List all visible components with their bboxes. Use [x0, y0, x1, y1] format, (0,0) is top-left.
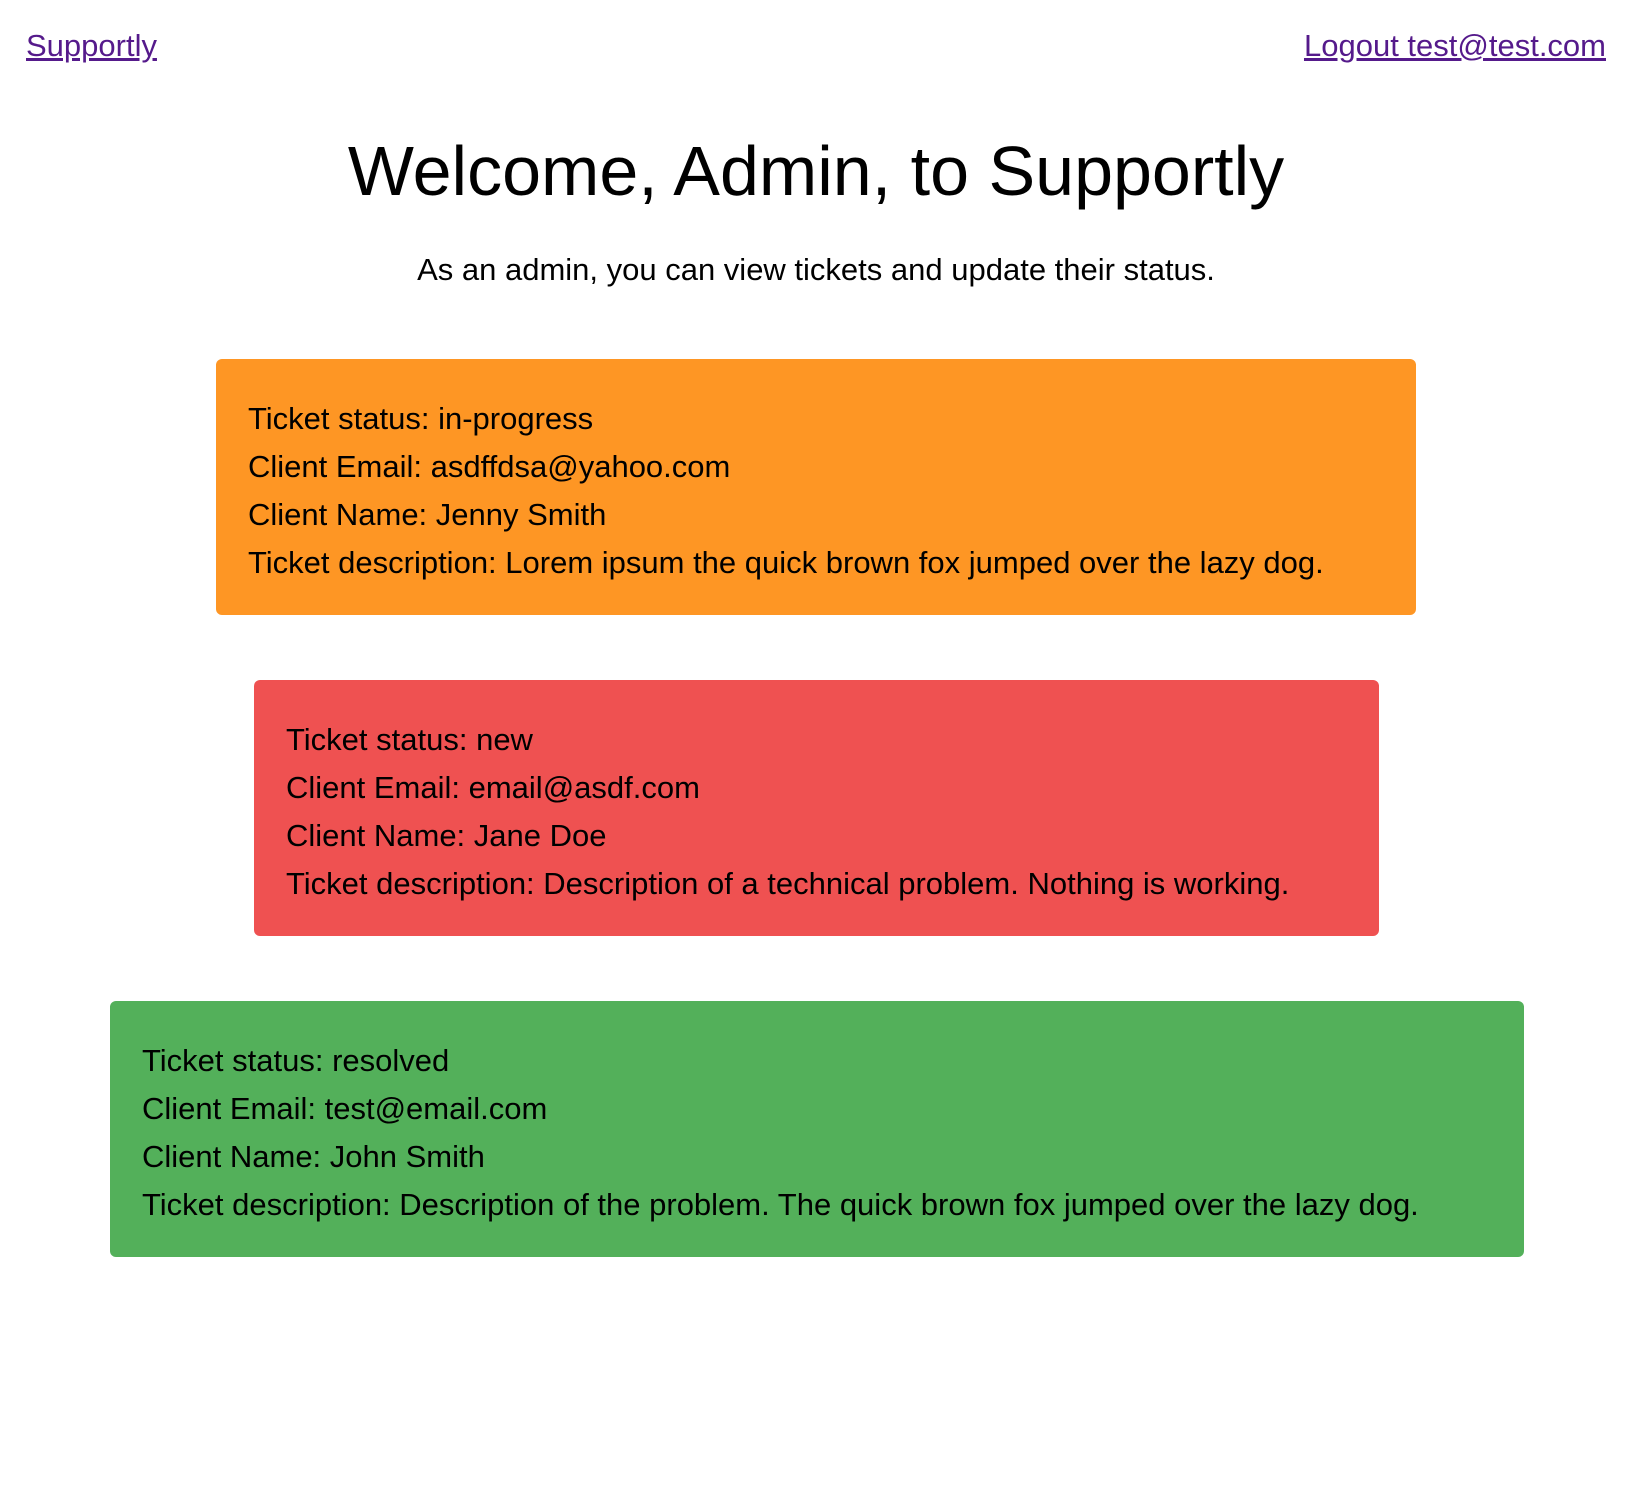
ticket-email-label: Client Email: — [142, 1091, 325, 1126]
ticket-name-label: Client Name: — [142, 1139, 330, 1174]
ticket-name-row: Client Name: Jane Doe — [286, 812, 1347, 860]
ticket-description-label: Ticket description: — [286, 866, 544, 901]
ticket-status: in-progress — [438, 401, 594, 436]
ticket-status: new — [476, 722, 533, 757]
ticket-description-row: Ticket description: Description of a tec… — [286, 860, 1347, 908]
ticket-status-label: Ticket status: — [248, 401, 439, 436]
ticket-status-row: Ticket status: new — [286, 716, 1347, 764]
ticket-description: Description of the problem. The quick br… — [399, 1187, 1419, 1222]
ticket-description-row: Ticket description: Lorem ipsum the quic… — [248, 539, 1384, 587]
ticket-name-row: Client Name: Jenny Smith — [248, 491, 1384, 539]
ticket-email: email@asdf.com — [468, 770, 700, 805]
ticket-email-row: Client Email: asdffdsa@yahoo.com — [248, 443, 1384, 491]
ticket-client-name: Jane Doe — [473, 818, 607, 853]
ticket-name-label: Client Name: — [248, 497, 436, 532]
ticket-description-label: Ticket description: — [248, 545, 506, 580]
ticket-name-label: Client Name: — [286, 818, 474, 853]
ticket-status-label: Ticket status: — [286, 722, 477, 757]
top-nav: Supportly Logout test@test.com — [26, 24, 1606, 68]
ticket-client-name: John Smith — [329, 1139, 485, 1174]
ticket-status-label: Ticket status: — [142, 1043, 333, 1078]
brand-link[interactable]: Supportly — [26, 24, 157, 68]
ticket-card[interactable]: Ticket status: resolved Client Email: te… — [110, 1001, 1524, 1257]
ticket-description-row: Ticket description: Description of the p… — [142, 1181, 1492, 1229]
ticket-name-row: Client Name: John Smith — [142, 1133, 1492, 1181]
ticket-email-row: Client Email: test@email.com — [142, 1085, 1492, 1133]
ticket-card[interactable]: Ticket status: new Client Email: email@a… — [254, 680, 1379, 936]
ticket-email: test@email.com — [324, 1091, 548, 1126]
ticket-card[interactable]: Ticket status: in-progress Client Email:… — [216, 359, 1416, 615]
ticket-description: Description of a technical problem. Noth… — [543, 866, 1290, 901]
page-title: Welcome, Admin, to Supportly — [347, 132, 1285, 210]
ticket-email-label: Client Email: — [286, 770, 469, 805]
ticket-status-row: Ticket status: resolved — [142, 1037, 1492, 1085]
ticket-email: asdffdsa@yahoo.com — [430, 449, 731, 484]
ticket-email-label: Client Email: — [248, 449, 431, 484]
ticket-client-name: Jenny Smith — [435, 497, 607, 532]
ticket-status-row: Ticket status: in-progress — [248, 395, 1384, 443]
logout-link[interactable]: Logout test@test.com — [1304, 24, 1606, 68]
ticket-description: Lorem ipsum the quick brown fox jumped o… — [505, 545, 1324, 580]
page-subtitle: As an admin, you can view tickets and up… — [417, 252, 1215, 287]
ticket-email-row: Client Email: email@asdf.com — [286, 764, 1347, 812]
ticket-status: resolved — [332, 1043, 450, 1078]
ticket-description-label: Ticket description: — [142, 1187, 400, 1222]
